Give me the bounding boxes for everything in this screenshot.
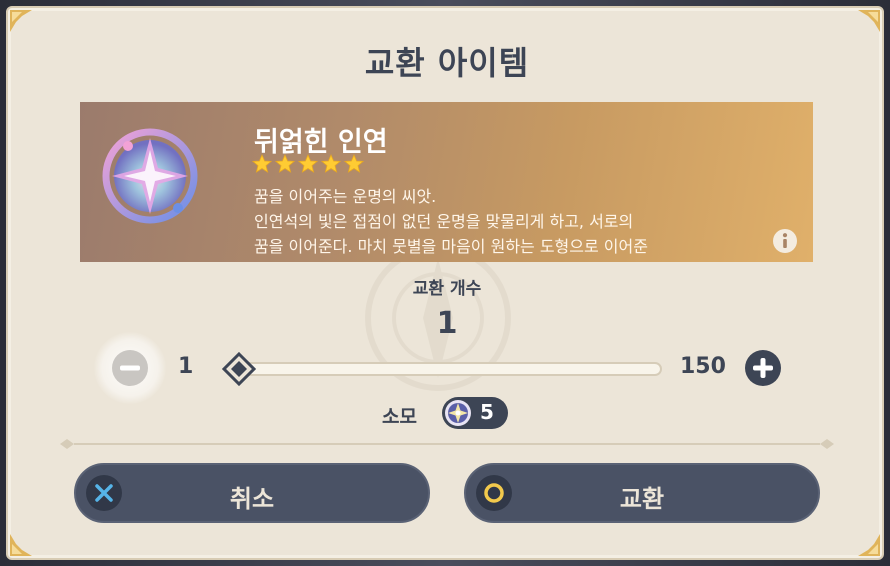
slider-min-label: 1 [178,354,194,379]
star-icon [252,154,272,173]
confirm-button-label: 교환 [619,485,665,513]
cancel-button[interactable]: 취소 [74,463,430,523]
star-icon [275,154,295,173]
info-icon[interactable] [772,228,798,254]
exchange-dialog: 교환 아이템 뒤얽힌 인연 꿈을 이어주는 운명의 씨앗. 인연석의 빛은 접점… [6,6,884,560]
description-line: 인연석의 빛은 접점이 없던 운명을 맞물리게 하고, 서로의 [254,212,634,231]
description-line: 꿈을 이어주는 운명의 씨앗. [254,187,437,206]
dialog-title: 교환 아이템 [364,44,530,82]
star-icon [298,154,318,173]
quantity-slider-track[interactable] [234,362,662,376]
corner-ornament-icon [856,532,882,558]
confirm-exchange-button[interactable]: 교환 [464,463,820,523]
cancel-button-label: 취소 [229,485,275,513]
star-icon [321,154,341,173]
increase-button[interactable] [744,349,782,387]
intertwined-fate-icon [102,128,198,224]
rarity-stars [252,154,364,174]
description-line: 꿈을 이어준다. 마치 뭇별을 마음이 원하는 도형으로 이어준 [254,237,648,256]
item-description: 꿈을 이어주는 운명의 씨앗. 인연석의 빛은 접점이 없던 운명을 맞물리게 … [254,184,774,259]
star-icon [344,154,364,173]
decrease-button[interactable] [108,346,152,390]
divider [60,439,834,449]
corner-ornament-icon [856,8,882,34]
corner-ornament-icon [8,8,34,34]
cost-badge: 5 [442,397,508,429]
slider-max-label: 150 [680,354,726,379]
cost-label: 소모 [382,406,417,428]
exchange-count-label: 교환 개수 [412,279,482,299]
starglitter-icon [445,400,471,426]
cost-value: 5 [480,400,494,424]
item-card: 뒤얽힌 인연 꿈을 이어주는 운명의 씨앗. 인연석의 빛은 접점이 없던 운명… [80,102,813,262]
quantity-slider-handle[interactable] [222,352,256,386]
corner-ornament-icon [8,532,34,558]
